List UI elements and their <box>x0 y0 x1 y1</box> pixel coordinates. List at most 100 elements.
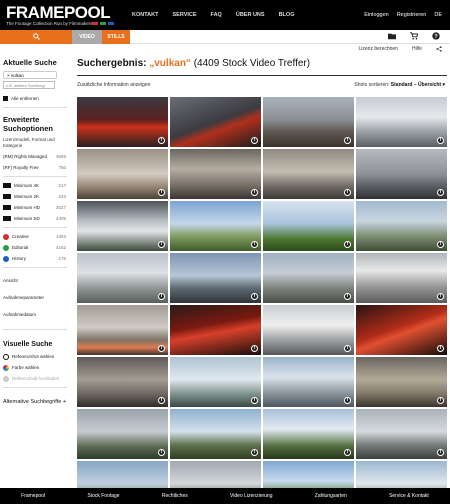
footer-link-service-contact[interactable]: Service & Kontakt <box>389 493 429 499</box>
info-icon[interactable]: i <box>251 137 258 144</box>
info-icon[interactable]: i <box>344 189 351 196</box>
tab-video[interactable]: VIDEO <box>72 30 102 44</box>
folder-icon[interactable] <box>388 32 396 40</box>
info-icon[interactable]: i <box>251 293 258 300</box>
footer-link-video-licensing[interactable]: Video Lizenzierung <box>230 493 272 499</box>
filter-min-4k[interactable]: Minimum 4K 217 <box>0 180 70 191</box>
info-icon[interactable]: i <box>158 397 165 404</box>
upload-reference-option[interactable]: Referenzbild hochladen <box>0 373 70 384</box>
info-icon[interactable]: i <box>344 345 351 352</box>
info-icon[interactable]: i <box>251 449 258 456</box>
video-thumbnail[interactable]: i <box>170 357 261 407</box>
info-icon[interactable]: i <box>158 449 165 456</box>
info-icon[interactable]: i <box>344 449 351 456</box>
filter-rights-managed[interactable]: (RM) Rights Managed 3669 <box>0 151 70 162</box>
info-icon[interactable]: i <box>158 293 165 300</box>
video-thumbnail[interactable]: i <box>77 201 168 251</box>
sort-control[interactable]: Shots sortieren: Standard – Übersicht ▾ <box>354 82 445 88</box>
video-thumbnail[interactable]: i <box>356 97 447 147</box>
reference-shot-option[interactable]: Referenzshot wählen <box>0 351 70 362</box>
video-thumbnail[interactable]: i <box>356 253 447 303</box>
facet-ansicht[interactable]: Ansicht <box>0 275 70 292</box>
info-icon[interactable]: i <box>437 449 444 456</box>
tab-stills[interactable]: STILLS <box>102 30 130 44</box>
info-icon[interactable]: i <box>251 189 258 196</box>
footer-link-payment[interactable]: Zahlungsarten <box>315 493 347 499</box>
license-calculator-link[interactable]: Lizenz berechnen <box>359 46 398 54</box>
video-thumbnail[interactable]: i <box>263 357 354 407</box>
filter-creative[interactable]: Creative 1353 <box>0 231 70 242</box>
info-icon[interactable]: i <box>158 137 165 144</box>
nav-faq[interactable]: FAQ <box>211 12 222 18</box>
info-icon[interactable]: i <box>437 345 444 352</box>
info-icon[interactable]: i <box>437 241 444 248</box>
language-select[interactable]: DE <box>434 12 442 18</box>
info-icon[interactable]: i <box>344 137 351 144</box>
choose-color-option[interactable]: Farbe wählen <box>0 362 70 373</box>
video-thumbnail[interactable]: i <box>263 409 354 459</box>
video-thumbnail[interactable]: i <box>77 97 168 147</box>
video-thumbnail[interactable]: i <box>263 97 354 147</box>
video-thumbnail[interactable]: i <box>263 201 354 251</box>
info-icon[interactable]: i <box>158 241 165 248</box>
nav-service[interactable]: SERVICE <box>172 12 196 18</box>
video-thumbnail[interactable]: i <box>356 201 447 251</box>
video-thumbnail[interactable]: i <box>77 253 168 303</box>
cart-icon[interactable] <box>410 32 418 40</box>
help-icon[interactable]: ? <box>432 32 440 40</box>
nav-blog[interactable]: BLOG <box>279 12 295 18</box>
video-thumbnail[interactable]: i <box>170 409 261 459</box>
framepool-logo[interactable]: FRAMEPOOL <box>6 4 111 21</box>
nav-ueber-uns[interactable]: ÜBER UNS <box>236 12 265 18</box>
info-icon[interactable]: i <box>437 293 444 300</box>
facet-aufnahmeparameter[interactable]: Aufnahmeparameter <box>0 292 70 309</box>
video-thumbnail[interactable]: i <box>263 305 354 355</box>
info-icon[interactable]: i <box>251 241 258 248</box>
additional-info-link[interactable]: Zusätzliche Information anzeigen <box>77 82 150 88</box>
video-thumbnail[interactable]: i <box>170 253 261 303</box>
video-thumbnail[interactable]: i <box>170 97 261 147</box>
video-thumbnail[interactable]: i <box>263 253 354 303</box>
alternative-terms-toggle[interactable]: Alternative Suchbegriffe + <box>0 399 70 405</box>
help-link[interactable]: Hilfe <box>412 46 422 54</box>
active-search-tag[interactable]: × vulkan <box>3 71 57 79</box>
video-thumbnail[interactable]: i <box>356 357 447 407</box>
footer-link-stock-footage[interactable]: Stock Footage <box>87 493 119 499</box>
login-link[interactable]: Einloggen <box>364 12 388 18</box>
share-icon[interactable] <box>436 46 442 54</box>
info-icon[interactable]: i <box>251 397 258 404</box>
info-icon[interactable]: i <box>437 137 444 144</box>
refine-search-input[interactable]: z.B. weitere Suchbegr <box>3 81 55 89</box>
video-thumbnail[interactable]: i <box>77 149 168 199</box>
footer-link-legal[interactable]: Rechtliches <box>162 493 188 499</box>
video-thumbnail[interactable]: i <box>356 409 447 459</box>
info-icon[interactable]: i <box>344 293 351 300</box>
facet-aufnahmedatum[interactable]: Aufnahmedatum <box>0 309 70 326</box>
video-thumbnail[interactable]: i <box>170 149 261 199</box>
filter-min-sd[interactable]: Minimum SD 4409 <box>0 213 70 224</box>
info-icon[interactable]: i <box>251 345 258 352</box>
info-icon[interactable]: i <box>437 397 444 404</box>
video-thumbnail[interactable]: i <box>170 305 261 355</box>
filter-royalty-free[interactable]: (RF) Royalty Free 750 <box>0 162 70 173</box>
sort-select[interactable]: Standard – Übersicht ▾ <box>391 82 445 88</box>
filter-history[interactable]: History 178 <box>0 253 70 264</box>
nav-kontakt[interactable]: KONTAKT <box>132 12 158 18</box>
search-toggle-button[interactable] <box>0 30 72 44</box>
video-thumbnail[interactable]: i <box>170 201 261 251</box>
video-thumbnail[interactable]: i <box>263 149 354 199</box>
filter-min-hd[interactable]: Minimum HD 3027 <box>0 202 70 213</box>
filter-editorial[interactable]: Editorial 4162 <box>0 242 70 253</box>
remove-all-link[interactable]: Alle entfernen <box>0 93 70 104</box>
filter-min-2k[interactable]: Minimum 2K 223 <box>0 191 70 202</box>
info-icon[interactable]: i <box>158 189 165 196</box>
info-icon[interactable]: i <box>437 189 444 196</box>
info-icon[interactable]: i <box>158 345 165 352</box>
register-link[interactable]: Registrieren <box>397 12 427 18</box>
info-icon[interactable]: i <box>344 397 351 404</box>
video-thumbnail[interactable]: i <box>77 409 168 459</box>
video-thumbnail[interactable]: i <box>356 149 447 199</box>
video-thumbnail[interactable]: i <box>77 357 168 407</box>
footer-link-framepool[interactable]: Framepool <box>21 493 45 499</box>
video-thumbnail[interactable]: i <box>77 305 168 355</box>
